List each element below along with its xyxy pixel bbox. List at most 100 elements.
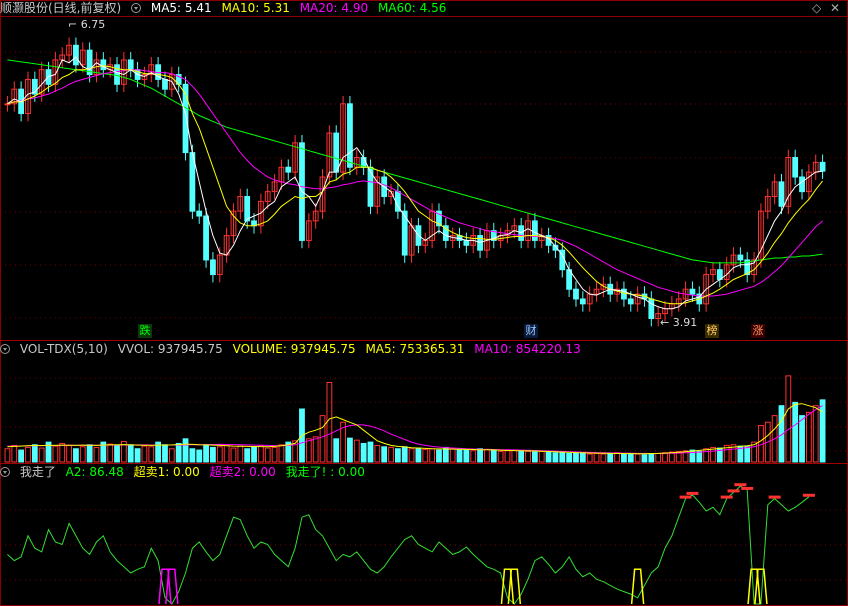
candle-body — [127, 59, 134, 71]
top-signal-marker — [679, 495, 692, 499]
candle-body — [799, 176, 805, 193]
candle-body — [333, 132, 340, 173]
tag-list[interactable]: 榜 — [705, 324, 719, 338]
volume-bar — [326, 382, 333, 463]
dropdown-icon[interactable] — [131, 3, 142, 13]
volume-bar — [244, 448, 251, 463]
vol-dropdown-icon[interactable] — [0, 344, 10, 354]
volume-bar — [812, 405, 819, 463]
volume-bar — [66, 444, 72, 463]
volume-bar — [31, 444, 38, 463]
candle-body — [367, 166, 374, 207]
candle-body — [792, 156, 799, 178]
top-signal-marker — [734, 483, 747, 487]
volume-bar — [566, 452, 573, 463]
main-panel-header: 顺灏股份(日线,前复权) MA5: 5.41 MA10: 5.31 MA20: … — [0, 0, 452, 16]
candle-body — [579, 298, 586, 305]
volume-bar — [141, 445, 148, 463]
tag-finance[interactable]: 财 — [524, 324, 538, 338]
volume-bar — [367, 441, 374, 463]
stock-chart-canvas[interactable] — [0, 0, 848, 606]
candle-body — [689, 288, 696, 295]
volume-bar — [374, 444, 381, 463]
volume-bar — [600, 453, 607, 463]
volume-bar — [203, 444, 209, 463]
volume-bar — [196, 449, 203, 463]
volume-bar — [641, 454, 648, 463]
candle-body — [196, 210, 203, 217]
low-price-label: ← 3.91 — [660, 316, 698, 329]
tag-drop[interactable]: 跌 — [138, 324, 152, 338]
candle-body — [648, 298, 655, 319]
candle-body — [573, 288, 579, 300]
ind-dropdown-icon[interactable] — [0, 467, 10, 477]
volume-bar — [744, 446, 751, 463]
vol-ma5-label: MA5: 753365.31 — [365, 342, 465, 356]
volume-bar — [25, 446, 31, 463]
oversold2-label: 超卖2: 0.00 — [209, 465, 276, 479]
volume-bar — [538, 450, 545, 463]
ma5-line — [7, 56, 823, 310]
top-signal-marker — [727, 489, 740, 493]
volume-bar — [805, 411, 812, 463]
volume-bar — [388, 446, 394, 463]
volume-bar — [114, 444, 120, 463]
volume-bar — [175, 442, 182, 463]
volume-bar — [18, 449, 25, 463]
volume-bar — [621, 453, 627, 463]
candle-body — [778, 181, 785, 207]
volume-bar — [59, 442, 66, 463]
volume-bar — [305, 438, 312, 463]
volume-bar — [490, 449, 497, 463]
volume-bar — [792, 401, 799, 463]
volume-bar — [182, 438, 189, 463]
volume-bar — [634, 453, 641, 463]
top-signal-marker — [720, 495, 733, 499]
volume-bar — [579, 452, 586, 463]
top-signal-marker — [768, 495, 781, 499]
volume-bar — [86, 444, 93, 463]
volume-bar — [545, 451, 552, 463]
volume-bar — [134, 448, 141, 463]
candle-body — [531, 220, 538, 241]
volume-bar — [655, 452, 662, 463]
oversold-marker — [158, 568, 172, 605]
ma5-label: MA5: 5.41 — [150, 1, 212, 15]
volume-bar — [223, 444, 230, 463]
candle-body — [463, 239, 470, 246]
volume-bar — [394, 448, 401, 463]
volume-bar — [573, 452, 579, 463]
close-icon[interactable]: ✕ — [830, 1, 840, 15]
volume-bar — [627, 452, 634, 463]
volume-bar — [415, 447, 422, 463]
oversold-marker — [500, 568, 515, 605]
volume-bar — [264, 447, 271, 463]
vol-title: VOL-TDX(5,10) — [19, 342, 108, 356]
diamond-icon[interactable]: ◇ — [812, 1, 821, 15]
volume-bar — [456, 448, 463, 463]
candle-body — [73, 44, 79, 66]
volume-bar — [216, 446, 223, 463]
volume-bar — [38, 447, 45, 463]
volume-bar — [162, 444, 168, 463]
tag-rise[interactable]: 涨 — [751, 324, 765, 338]
chart-frame — [0, 0, 848, 606]
volume-bar — [360, 442, 367, 463]
volume-bar — [819, 399, 826, 463]
volume-bar — [333, 438, 340, 463]
volume-bar — [477, 448, 483, 463]
volume-bar — [648, 453, 655, 463]
high-price-label: ⌐ 6.75 — [68, 18, 106, 31]
volume-bar — [271, 446, 278, 463]
volume-bar — [52, 445, 59, 463]
candle-body — [285, 166, 292, 173]
volume-bar — [463, 449, 470, 463]
ma10-label: MA10: 5.31 — [221, 1, 290, 15]
volume-bar — [237, 445, 244, 463]
candle-body — [244, 196, 251, 222]
volume-label: VOLUME: 937945.75 — [232, 342, 356, 356]
oversold1-label: 超卖1: 0.00 — [133, 465, 200, 479]
volume-bar — [408, 448, 415, 463]
volume-bar — [73, 448, 79, 463]
volume-bar — [586, 453, 593, 463]
